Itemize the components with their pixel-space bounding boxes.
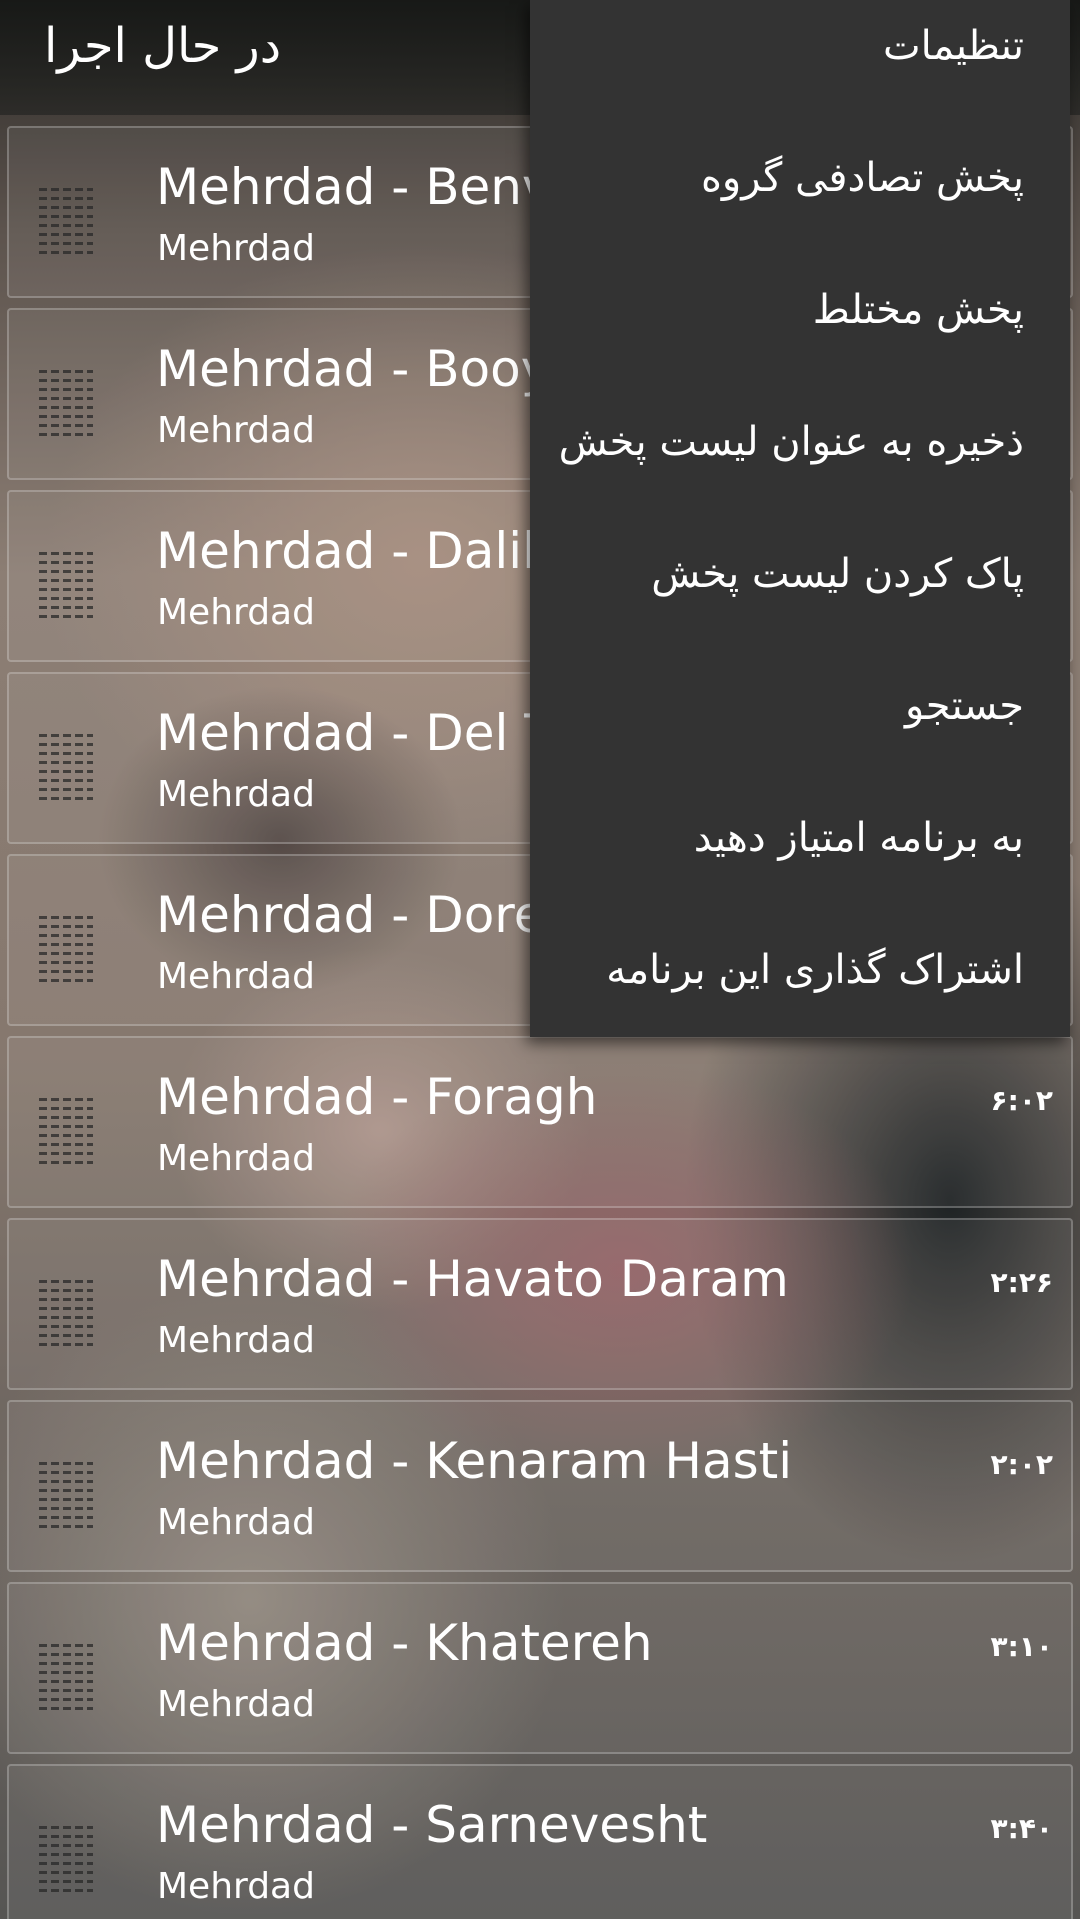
song-artist: Mehrdad xyxy=(157,774,315,815)
song-title: Mehrdad - Del To xyxy=(156,704,577,762)
song-title: Mehrdad - Foragh xyxy=(156,1068,598,1126)
song-duration: ۳:۴۰ xyxy=(990,1812,1053,1845)
playlist-row[interactable]: Mehrdad - Sarnevesht Mehrdad ۳:۴۰ xyxy=(7,1764,1073,1919)
drag-handle-icon[interactable] xyxy=(39,916,93,982)
song-duration: ۲:۲۶ xyxy=(990,1266,1053,1299)
overflow-menu: تنظیمات پخش تصادفی گروه پخش مختلط ذخیره … xyxy=(530,0,1070,1037)
now-playing-screen: در حال اجرا Mehrdad - Benvisam Mehrdad M… xyxy=(0,0,1080,1919)
menu-item-clear-playlist[interactable]: پاک کردن لیست پخش xyxy=(530,528,1070,660)
song-artist: Mehrdad xyxy=(157,1866,315,1907)
song-title: Mehrdad - Dalile xyxy=(156,522,567,580)
song-title: Mehrdad - Booye xyxy=(156,340,582,398)
song-title: Mehrdad - Kenaram Hasti xyxy=(156,1432,793,1490)
playlist-row[interactable]: Mehrdad - Kenaram Hasti Mehrdad ۲:۰۲ xyxy=(7,1400,1073,1572)
drag-handle-icon[interactable] xyxy=(39,734,93,800)
song-artist: Mehrdad xyxy=(157,1138,315,1179)
playlist-row[interactable]: Mehrdad - Havato Daram Mehrdad ۲:۲۶ xyxy=(7,1218,1073,1390)
song-artist: Mehrdad xyxy=(157,956,315,997)
menu-item-save-as-playlist[interactable]: ذخیره به عنوان لیست پخش xyxy=(530,396,1070,528)
song-duration: ۶:۰۲ xyxy=(990,1084,1053,1117)
drag-handle-icon[interactable] xyxy=(39,552,93,618)
page-title: در حال اجرا xyxy=(44,18,282,74)
drag-handle-icon[interactable] xyxy=(39,370,93,436)
menu-item-share-app[interactable]: اشتراک گذاری این برنامه xyxy=(530,924,1070,1056)
song-artist: Mehrdad xyxy=(157,1502,315,1543)
song-artist: Mehrdad xyxy=(157,1320,315,1361)
drag-handle-icon[interactable] xyxy=(39,1098,93,1164)
menu-item-rate-app[interactable]: به برنامه امتیاز دهید xyxy=(530,792,1070,924)
song-artist: Mehrdad xyxy=(157,592,315,633)
drag-handle-icon[interactable] xyxy=(39,1280,93,1346)
drag-handle-icon[interactable] xyxy=(39,188,93,254)
menu-item-settings[interactable]: تنظیمات xyxy=(530,0,1070,132)
playlist-row[interactable]: Mehrdad - Foragh Mehrdad ۶:۰۲ xyxy=(7,1036,1073,1208)
menu-item-party-shuffle[interactable]: پخش تصادفی گروه xyxy=(530,132,1070,264)
song-artist: Mehrdad xyxy=(157,228,315,269)
song-artist: Mehrdad xyxy=(157,1684,315,1725)
song-title: Mehrdad - Khatereh xyxy=(156,1614,653,1672)
song-duration: ۳:۱۰ xyxy=(990,1630,1053,1663)
song-title: Mehrdad - Sarnevesht xyxy=(156,1796,708,1854)
menu-item-search[interactable]: جستجو xyxy=(530,660,1070,792)
song-title: Mehrdad - Havato Daram xyxy=(156,1250,789,1308)
song-artist: Mehrdad xyxy=(157,410,315,451)
drag-handle-icon[interactable] xyxy=(39,1826,93,1892)
playlist-row[interactable]: Mehrdad - Khatereh Mehrdad ۳:۱۰ xyxy=(7,1582,1073,1754)
drag-handle-icon[interactable] xyxy=(39,1644,93,1710)
drag-handle-icon[interactable] xyxy=(39,1462,93,1528)
song-title: Mehrdad - Doret xyxy=(156,886,565,944)
menu-item-shuffle-all[interactable]: پخش مختلط xyxy=(530,264,1070,396)
song-duration: ۲:۰۲ xyxy=(990,1448,1053,1481)
